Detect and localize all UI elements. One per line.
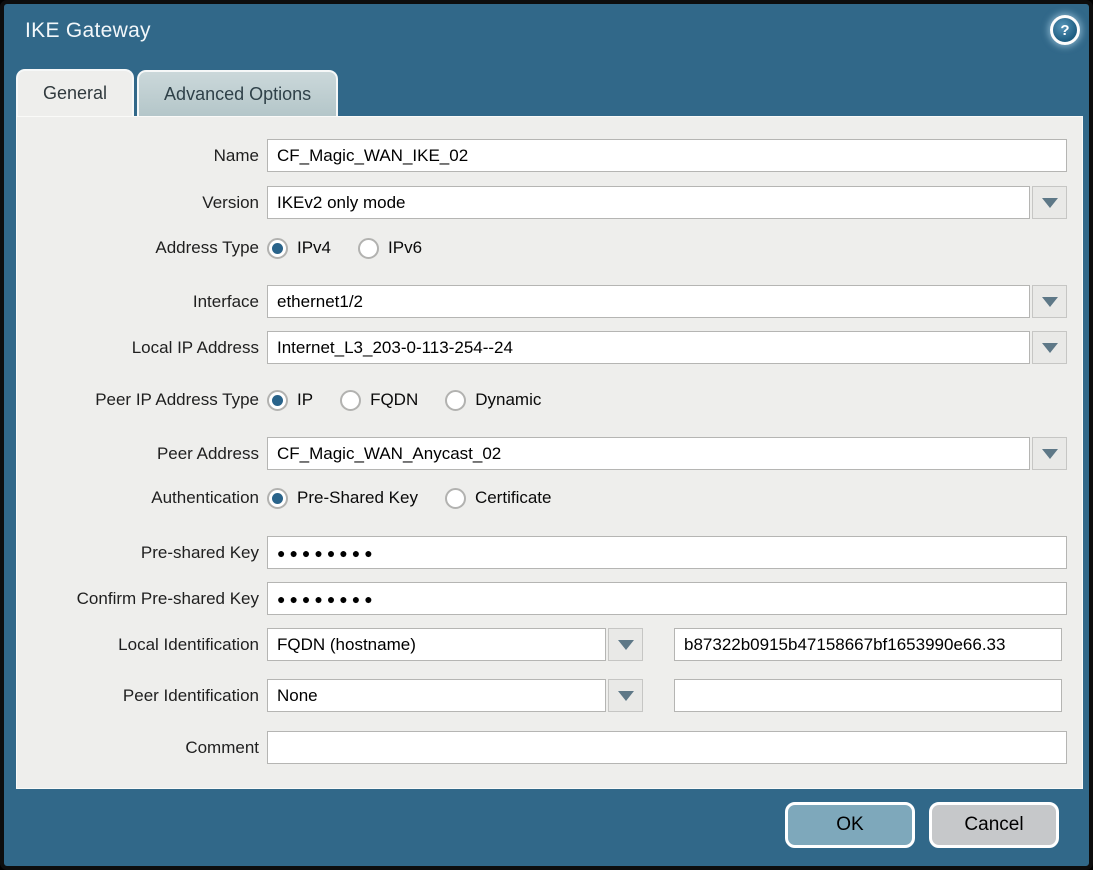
- interface-input[interactable]: [267, 285, 1030, 318]
- radio-certificate-label: Certificate: [475, 488, 552, 508]
- pre-shared-key-row: Pre-shared Key: [17, 536, 1082, 569]
- peer-identification-value-input[interactable]: [674, 679, 1062, 712]
- chevron-down-icon: [1042, 449, 1058, 459]
- version-label: Version: [17, 193, 259, 213]
- chevron-down-icon: [618, 640, 634, 650]
- tab-general[interactable]: General: [16, 69, 134, 116]
- cancel-button[interactable]: Cancel: [929, 802, 1059, 848]
- peer-identification-type-input[interactable]: [267, 679, 606, 712]
- local-identification-dropdown-button[interactable]: [608, 628, 643, 661]
- radio-dynamic-label: Dynamic: [475, 390, 541, 410]
- radio-fqdn-label: FQDN: [370, 390, 418, 410]
- peer-identification-label: Peer Identification: [17, 686, 259, 706]
- peer-address-row: Peer Address: [17, 437, 1082, 470]
- confirm-pre-shared-key-input[interactable]: [267, 582, 1067, 615]
- chevron-down-icon: [1042, 198, 1058, 208]
- radio-pre-shared-key-label: Pre-Shared Key: [297, 488, 418, 508]
- authentication-row: Authentication Pre-Shared Key Certificat…: [17, 484, 1082, 512]
- peer-address-dropdown-button[interactable]: [1032, 437, 1067, 470]
- radio-ip[interactable]: [267, 390, 288, 411]
- version-row: Version: [17, 186, 1082, 219]
- chevron-down-icon: [1042, 297, 1058, 307]
- peer-ip-type-label: Peer IP Address Type: [17, 390, 259, 410]
- radio-pre-shared-key[interactable]: [267, 488, 288, 509]
- address-type-row: Address Type IPv4 IPv6: [17, 234, 1082, 262]
- radio-ipv6[interactable]: [358, 238, 379, 259]
- chevron-down-icon: [1042, 343, 1058, 353]
- comment-input[interactable]: [267, 731, 1067, 764]
- comment-label: Comment: [17, 738, 259, 758]
- name-input[interactable]: [267, 139, 1067, 172]
- radio-dynamic[interactable]: [445, 390, 466, 411]
- version-dropdown-button[interactable]: [1032, 186, 1067, 219]
- pre-shared-key-input[interactable]: [267, 536, 1067, 569]
- chevron-down-icon: [618, 691, 634, 701]
- interface-row: Interface: [17, 285, 1082, 318]
- peer-ip-type-row: Peer IP Address Type IP FQDN Dynamic: [17, 386, 1082, 414]
- authentication-label: Authentication: [17, 488, 259, 508]
- confirm-pre-shared-key-row: Confirm Pre-shared Key: [17, 582, 1082, 615]
- local-identification-row: Local Identification: [17, 628, 1082, 661]
- help-icon[interactable]: ?: [1050, 15, 1080, 45]
- peer-address-input[interactable]: [267, 437, 1030, 470]
- local-ip-input[interactable]: [267, 331, 1030, 364]
- name-label: Name: [17, 146, 259, 166]
- local-ip-row: Local IP Address: [17, 331, 1082, 364]
- peer-identification-dropdown-button[interactable]: [608, 679, 643, 712]
- radio-ipv4[interactable]: [267, 238, 288, 259]
- interface-label: Interface: [17, 292, 259, 312]
- radio-certificate[interactable]: [445, 488, 466, 509]
- tab-advanced-options[interactable]: Advanced Options: [137, 70, 338, 116]
- help-glyph: ?: [1060, 23, 1069, 38]
- confirm-pre-shared-key-label: Confirm Pre-shared Key: [17, 589, 259, 609]
- version-input[interactable]: [267, 186, 1030, 219]
- radio-ipv4-label: IPv4: [297, 238, 331, 258]
- peer-address-label: Peer Address: [17, 444, 259, 464]
- name-row: Name: [17, 139, 1082, 172]
- ike-gateway-dialog: IKE Gateway ? General Advanced Options N…: [0, 0, 1093, 870]
- dialog-title: IKE Gateway: [25, 19, 151, 43]
- ok-button[interactable]: OK: [785, 802, 915, 848]
- peer-identification-row: Peer Identification: [17, 679, 1082, 712]
- address-type-label: Address Type: [17, 238, 259, 258]
- local-identification-type-input[interactable]: [267, 628, 606, 661]
- comment-row: Comment: [17, 731, 1082, 764]
- tab-bar: General Advanced Options: [16, 69, 338, 116]
- local-ip-label: Local IP Address: [17, 338, 259, 358]
- local-ip-dropdown-button[interactable]: [1032, 331, 1067, 364]
- radio-fqdn[interactable]: [340, 390, 361, 411]
- general-tab-panel: Name Version Address Type IPv4: [16, 116, 1083, 789]
- pre-shared-key-label: Pre-shared Key: [17, 543, 259, 563]
- radio-ipv6-label: IPv6: [388, 238, 422, 258]
- local-identification-label: Local Identification: [17, 635, 259, 655]
- radio-ip-label: IP: [297, 390, 313, 410]
- local-identification-value-input[interactable]: [674, 628, 1062, 661]
- interface-dropdown-button[interactable]: [1032, 285, 1067, 318]
